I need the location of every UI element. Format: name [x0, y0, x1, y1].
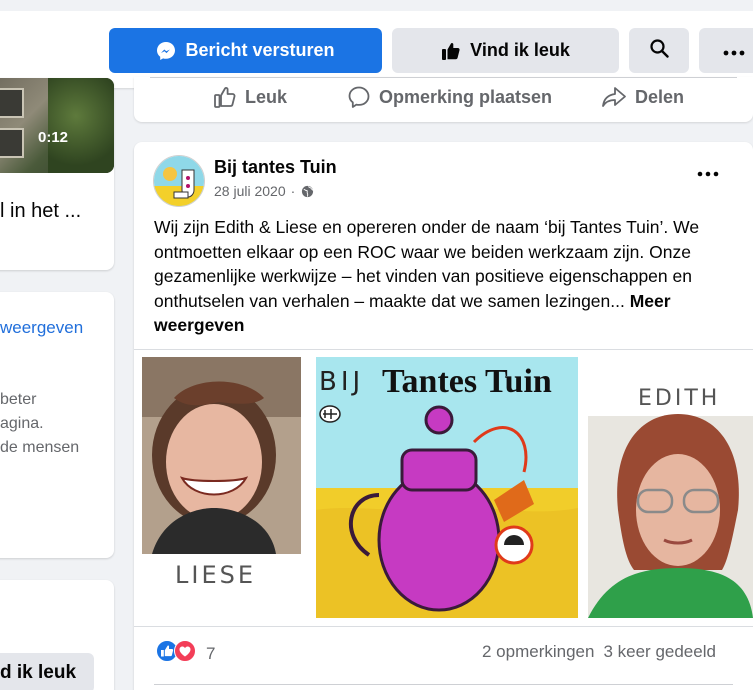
thumbs-up-icon — [441, 41, 461, 61]
search-icon — [649, 38, 669, 63]
post-meta: 28 juli 2020 · — [214, 183, 314, 199]
messenger-icon — [156, 41, 176, 61]
engagement-stats: 2 opmerkingen 3 keer gedeeld — [482, 642, 716, 662]
share-count[interactable]: 3 keer gedeeld — [603, 642, 715, 661]
like-label: Leuk — [245, 86, 288, 107]
info-text: beter agina. de mensen — [0, 388, 79, 460]
video-duration: 0:12 — [38, 129, 69, 146]
share-action[interactable]: Delen — [601, 85, 684, 109]
post-card: Bij tantes Tuin 28 juli 2020 · Wij zijn … — [134, 142, 753, 690]
edith-caption: EDITH — [638, 386, 720, 411]
comment-action[interactable]: Opmerking plaatsen — [347, 85, 552, 109]
page-like-label: Vind ik leuk — [470, 40, 570, 60]
previous-post-actions: Leuk Opmerking plaatsen Delen — [134, 77, 753, 122]
more-options-button[interactable] — [699, 28, 753, 73]
info-line-1: beter — [0, 391, 37, 408]
post-text: Wij zijn Edith & Liese en opereren onder… — [154, 215, 746, 338]
divider — [154, 684, 733, 685]
post-author[interactable]: Bij tantes Tuin — [214, 157, 337, 178]
reaction-summary[interactable]: 7 — [156, 640, 215, 667]
page-action-bar: Bericht versturen Vind ik leuk — [0, 0, 753, 88]
like-action[interactable]: Leuk — [213, 85, 287, 109]
more-horizontal-icon — [723, 40, 745, 61]
love-reaction-icon — [174, 640, 196, 667]
show-link[interactable]: weergeven — [0, 318, 83, 338]
info-card: weergeven beter agina. de mensen — [0, 292, 114, 558]
like-page-button[interactable]: d ik leuk — [0, 653, 94, 690]
post-date[interactable]: 28 juli 2020 — [214, 183, 286, 199]
like-card: d ik leuk — [0, 580, 114, 690]
post-images: LIESE BIJ Tantes Tuin EDITH — [134, 350, 753, 626]
info-line-3: de mensen — [0, 439, 80, 456]
liese-caption: LIESE — [175, 561, 256, 589]
info-line-2: agina. — [0, 415, 44, 432]
divider — [150, 77, 737, 78]
more-horizontal-icon — [697, 164, 719, 181]
thumbs-up-outline-icon — [213, 85, 237, 109]
search-button[interactable] — [629, 28, 689, 73]
share-arrow-icon — [601, 85, 627, 109]
post-options-button[interactable] — [697, 164, 719, 182]
video-thumbnail[interactable]: 0:12 — [0, 78, 114, 173]
page-avatar[interactable] — [153, 155, 205, 207]
logo-prefix: BIJ — [319, 367, 364, 397]
logo-title: Tantes Tuin — [382, 363, 552, 400]
globe-icon — [301, 185, 314, 198]
comment-bubble-icon — [347, 85, 371, 109]
video-card[interactable]: 0:12 l in het ... — [0, 78, 114, 270]
post-body: Wij zijn Edith & Liese en opereren onder… — [154, 217, 700, 311]
left-column: 0:12 l in het ... weergeven beter agina.… — [0, 78, 114, 690]
send-message-label: Bericht versturen — [185, 40, 335, 60]
divider — [134, 626, 753, 627]
share-label: Delen — [635, 86, 685, 107]
video-title-fragment[interactable]: l in het ... — [0, 200, 81, 223]
reaction-count: 7 — [206, 643, 216, 663]
meta-separator: · — [290, 183, 296, 199]
comment-count[interactable]: 2 opmerkingen — [482, 642, 594, 661]
comment-label: Opmerking plaatsen — [379, 86, 553, 107]
send-message-button[interactable]: Bericht versturen — [109, 28, 382, 73]
page-like-button[interactable]: Vind ik leuk — [392, 28, 619, 73]
